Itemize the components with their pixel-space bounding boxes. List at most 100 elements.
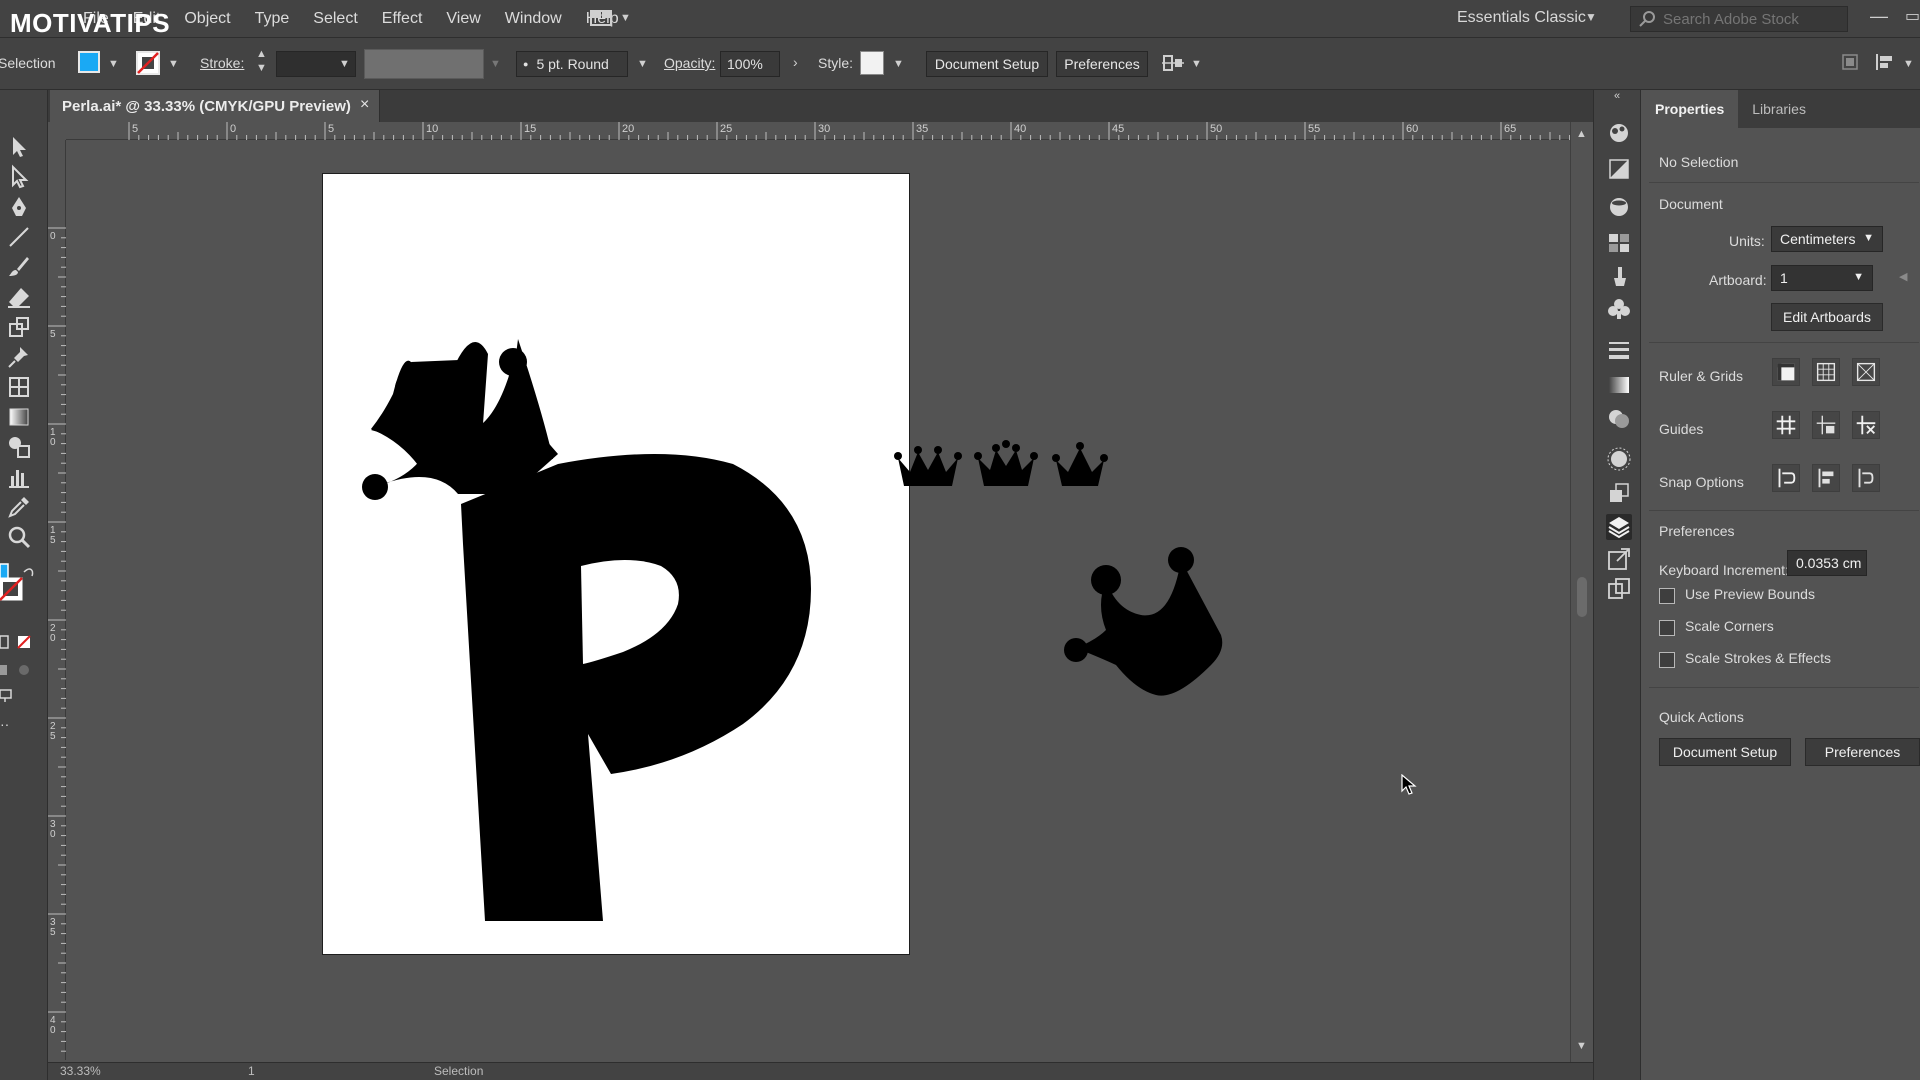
column-graph-tool-icon[interactable] [6, 464, 32, 490]
snap-to-grid-icon[interactable] [1812, 464, 1840, 492]
graphic-style-swatch[interactable] [860, 51, 884, 75]
use-preview-bounds-checkbox[interactable] [1659, 588, 1675, 604]
gradient-panel-icon[interactable] [1606, 372, 1632, 398]
color-guide-icon[interactable] [1606, 120, 1632, 146]
small-crown-icons[interactable] [894, 438, 1114, 494]
zoom-tool-icon[interactable] [6, 524, 32, 550]
maximize-icon[interactable]: ▭ [1905, 6, 1920, 26]
close-document-icon[interactable]: × [360, 96, 369, 114]
snap-to-point-icon[interactable] [1772, 464, 1800, 492]
workspace-switcher[interactable]: Essentials Classic [1457, 9, 1586, 27]
scroll-down-icon[interactable]: ▼ [1576, 1040, 1587, 1052]
current-tool-status[interactable]: Selection [434, 1064, 483, 1078]
stroke-swatch-icon[interactable] [136, 51, 160, 75]
edit-artboards-button[interactable]: Edit Artboards [1771, 303, 1883, 331]
screen-mode-icon[interactable] [0, 688, 14, 704]
artboard[interactable] [322, 173, 910, 955]
menu-object[interactable]: Object [172, 10, 242, 28]
vertical-ruler[interactable]: 0 5 10 15 20 25 30 35 40 [48, 140, 66, 1060]
stock-search-box[interactable] [1630, 6, 1848, 32]
asset-export-icon[interactable] [1606, 480, 1632, 506]
symbols-icon[interactable] [1606, 296, 1632, 322]
tab-libraries[interactable]: Libraries [1738, 90, 1820, 128]
brush-definition-dropdown[interactable]: ● 5 pt. Round [516, 51, 628, 77]
menu-type[interactable]: Type [243, 10, 302, 28]
direct-selection-tool-icon[interactable] [6, 164, 32, 190]
menu-view[interactable]: View [434, 10, 492, 28]
chevron-down-icon[interactable]: ▼ [893, 58, 904, 70]
chevron-down-icon[interactable]: ▼ [339, 58, 350, 70]
clear-guides-icon[interactable] [1852, 411, 1880, 439]
fill-swatch[interactable] [78, 51, 100, 73]
shape-builder-tool-icon[interactable] [6, 374, 32, 400]
chevron-down-icon[interactable]: ▼ [1903, 58, 1914, 70]
scale-corners-checkbox[interactable] [1659, 620, 1675, 636]
vertical-scrollbar[interactable]: ▲ ▼ [1570, 122, 1592, 1062]
preferences-button[interactable]: Preferences [1056, 51, 1148, 77]
chevron-down-icon[interactable]: ▼ [490, 58, 501, 70]
graphic-styles-icon[interactable] [1606, 446, 1632, 472]
arrange-documents-button[interactable]: ▼ [590, 9, 631, 27]
appearance-icon[interactable] [1606, 194, 1632, 220]
crown-icon-1[interactable] [894, 446, 962, 486]
artboards-icon[interactable] [1606, 576, 1632, 602]
opacity-label[interactable]: Opacity: [664, 55, 715, 71]
menu-window[interactable]: Window [493, 10, 574, 28]
swatches-icon[interactable] [1606, 230, 1632, 256]
paintbrush-tool-icon[interactable] [6, 254, 32, 280]
chevron-down-icon[interactable]: ▼ [637, 58, 648, 70]
quick-document-setup-button[interactable]: Document Setup [1659, 738, 1791, 766]
color-mode-icons[interactable] [0, 634, 34, 650]
eraser-tool-icon[interactable] [6, 284, 32, 310]
scrollbar-thumb[interactable] [1577, 577, 1587, 617]
tab-properties[interactable]: Properties [1641, 90, 1739, 128]
stroke-stepper[interactable]: ▲ ▼ [256, 47, 267, 75]
chevron-right-icon[interactable]: › [793, 54, 798, 70]
scale-strokes-checkbox[interactable] [1659, 652, 1675, 668]
lock-guides-icon[interactable] [1812, 411, 1840, 439]
selection-tool-icon[interactable] [6, 134, 32, 160]
gradient-tool-icon[interactable] [6, 404, 32, 430]
grid-icon[interactable] [1812, 358, 1840, 386]
quick-preferences-button[interactable]: Preferences [1805, 738, 1920, 766]
crown-icon-2[interactable] [974, 440, 1038, 486]
eyedropper-tool-icon[interactable] [6, 494, 32, 520]
document-setup-button[interactable]: Document Setup [926, 51, 1048, 77]
menu-select[interactable]: Select [301, 10, 369, 28]
canvas[interactable] [66, 140, 1570, 1065]
crown-icon-3[interactable] [1052, 442, 1108, 486]
transparency-icon[interactable] [1606, 406, 1632, 432]
large-crown-shape[interactable] [1056, 540, 1256, 740]
chevron-left-icon[interactable]: ◀ [1899, 270, 1907, 283]
zoom-level[interactable]: 33.33% [60, 1064, 101, 1078]
line-tool-icon[interactable] [6, 224, 32, 250]
snap-to-pixel-icon[interactable] [1852, 464, 1880, 492]
arrange-icon[interactable] [1842, 54, 1858, 70]
artboard-navigator[interactable]: 1 [248, 1064, 255, 1078]
variable-width-profile[interactable] [364, 49, 484, 79]
chevron-down-icon[interactable]: ▼ [108, 58, 119, 70]
draw-mode-icons[interactable] [0, 662, 34, 678]
show-guides-icon[interactable] [1772, 411, 1800, 439]
letter-p-with-crown-artwork[interactable] [323, 174, 911, 956]
menu-effect[interactable]: Effect [370, 10, 435, 28]
blend-tool-icon[interactable] [6, 434, 32, 460]
rotate-tool-icon[interactable] [6, 314, 32, 340]
chevron-down-icon[interactable]: ▼ [1191, 58, 1202, 70]
search-input[interactable] [1663, 10, 1843, 28]
document-tab[interactable]: Perla.ai* @ 33.33% (CMYK/GPU Preview) [50, 90, 380, 122]
ruler-icon[interactable] [1772, 358, 1800, 386]
brushes-icon[interactable] [1606, 264, 1632, 290]
stroke-panel-icon[interactable] [1606, 336, 1632, 362]
chevron-down-icon[interactable]: ▼ [1585, 10, 1597, 24]
layers-icon[interactable] [1606, 514, 1632, 540]
stroke-label[interactable]: Stroke: [200, 55, 244, 71]
puppet-warp-tool-icon[interactable] [6, 344, 32, 370]
scroll-up-icon[interactable]: ▲ [1576, 128, 1587, 140]
opacity-field[interactable]: 100% [720, 51, 780, 77]
align-options-icon[interactable] [1162, 52, 1184, 74]
pen-tool-icon[interactable] [6, 194, 32, 220]
keyboard-increment-field[interactable]: 0.0353 cm [1787, 550, 1867, 576]
fill-stroke-swatches-icon[interactable] [0, 560, 40, 610]
minimize-icon[interactable]: — [1870, 6, 1888, 27]
